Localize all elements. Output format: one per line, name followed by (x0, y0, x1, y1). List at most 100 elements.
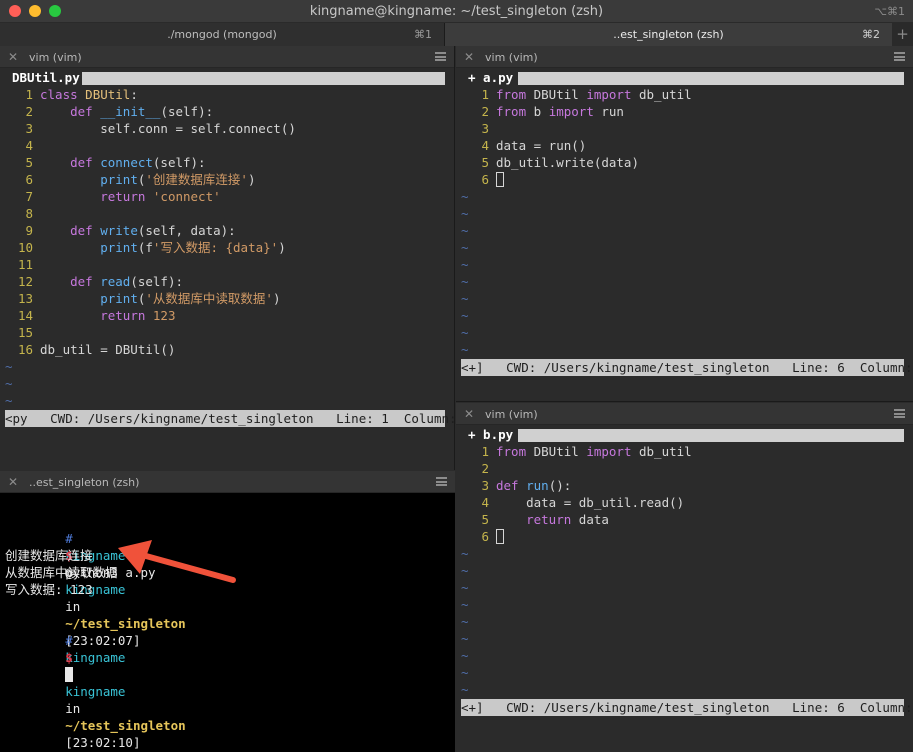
output-line: 创建数据库连接 (5, 548, 93, 563)
empty-line-tilde: ~ (461, 274, 469, 289)
pane-title: vim (vim) (485, 51, 538, 64)
code-line[interactable]: 11 (0, 256, 454, 273)
code-line[interactable]: 5 def connect(self): (0, 154, 454, 171)
empty-line-tilde: ~ (461, 563, 469, 578)
empty-line-tilde: ~ (461, 325, 469, 340)
vim-buffer[interactable]: + a.py 1 from DBUtil import db_util 2 from b… (456, 68, 913, 401)
code-line[interactable]: 5 db_util.write(data) (456, 154, 913, 171)
hamburger-menu-icon[interactable] (436, 477, 447, 486)
pane-bpy-vim[interactable]: ✕ vim (vim) + b.py 1 from DBUtil import db… (456, 403, 913, 752)
code-line[interactable]: 1 from DBUtil import db_util (456, 86, 913, 103)
code-line[interactable]: 4 data = db_util.read() (456, 494, 913, 511)
code-line[interactable]: 12 def read(self): (0, 273, 454, 290)
line-number: 4 (25, 138, 33, 153)
code-text (496, 171, 504, 188)
empty-line-tilde: ~ (461, 597, 469, 612)
code-text: from b import run (496, 104, 624, 119)
vim-tabline-fill (518, 72, 904, 85)
line-number: 8 (25, 206, 33, 221)
code-line[interactable]: 1 from DBUtil import db_util (456, 443, 913, 460)
pane-title: vim (vim) (485, 408, 538, 421)
pane-header: ✕ vim (vim) (456, 403, 913, 425)
code-line[interactable]: 4 (0, 137, 454, 154)
vim-tabline-fill (82, 72, 445, 85)
code-text: print(f'写入数据: {data}') (100, 240, 286, 255)
empty-line-tilde: ~ (461, 580, 469, 595)
vim-cursor (496, 172, 504, 187)
vim-buffer[interactable]: DBUtil.py 1 class DBUtil: 2 def __init__(se… (0, 68, 454, 470)
code-line[interactable]: 3 (456, 120, 913, 137)
code-line[interactable]: 9 def write(self, data): (0, 222, 454, 239)
code-line[interactable]: 3 self.conn = self.connect() (0, 120, 454, 137)
close-icon[interactable]: ✕ (464, 407, 474, 421)
tab-bar: ./mongod (mongod) ⌘1 ..est_singleton (zs… (0, 23, 913, 46)
code-line[interactable]: 14 return 123 (0, 307, 454, 324)
code-text: class DBUtil: (40, 87, 138, 102)
hamburger-menu-icon[interactable] (435, 52, 446, 61)
pane-header: ✕ vim (vim) (0, 46, 454, 68)
code-line[interactable]: 13 print('从数据库中读取数据') (0, 290, 454, 307)
code-line[interactable]: 15 (0, 324, 454, 341)
vim-statusline: <+] CWD: /Users/kingname/test_singleton … (461, 359, 913, 376)
tab-mongod[interactable]: ./mongod (mongod) ⌘1 (0, 23, 445, 46)
empty-line-tilde: ~ (461, 223, 469, 238)
vim-statusline: <py CWD: /Users/kingname/test_singleton … (5, 410, 455, 427)
hamburger-menu-icon[interactable] (894, 409, 905, 418)
code-line[interactable]: 2 (456, 460, 913, 477)
line-number: 6 (481, 172, 489, 187)
prompt-in: in (65, 599, 81, 614)
vim-buffer[interactable]: + b.py 1 from DBUtil import db_util 2 3 def r… (456, 425, 913, 752)
code-line[interactable]: 7 return 'connect' (0, 188, 454, 205)
vim-filename[interactable]: DBUtil.py (12, 69, 80, 86)
title-bar: kingname@kingname: ~/test_singleton (zsh… (0, 0, 913, 23)
code-line[interactable]: 5 return data (456, 511, 913, 528)
code-text: def connect(self): (70, 155, 206, 170)
vim-tabline: + a.py (456, 69, 913, 86)
terminal-output[interactable]: # kingname @ kingname in ~/test_singleto… (0, 493, 455, 752)
prompt-dollar: $ (65, 650, 73, 665)
code-line[interactable]: 2 from b import run (456, 103, 913, 120)
line-number: 2 (481, 104, 489, 119)
close-icon[interactable]: ✕ (8, 475, 18, 489)
hamburger-menu-icon[interactable] (894, 52, 905, 61)
vim-tabline: DBUtil.py (0, 69, 454, 86)
code-line[interactable]: 4 data = run() (456, 137, 913, 154)
pane-zsh-terminal[interactable]: ✕ ..est_singleton (zsh) # kingname @ kin… (0, 471, 455, 752)
empty-line-tilde: ~ (461, 682, 469, 697)
code-text: db_util = DBUtil() (40, 342, 176, 357)
vim-filename[interactable]: + a.py (468, 69, 514, 86)
code-line[interactable]: 8 (0, 205, 454, 222)
tab-label: ..est_singleton (zsh) (613, 28, 724, 41)
code-line[interactable]: 16 db_util = DBUtil() (0, 341, 454, 358)
code-line[interactable]: 10 print(f'写入数据: {data}') (0, 239, 454, 256)
code-text: db_util.write(data) (496, 155, 639, 170)
input-line[interactable]: $ (5, 632, 74, 700)
vim-statusline: <+] CWD: /Users/kingname/test_singleton … (461, 699, 913, 716)
empty-line-tilde: ~ (461, 257, 469, 272)
code-line[interactable]: 3 def run(): (456, 477, 913, 494)
code-text: def write(self, data): (70, 223, 236, 238)
terminal-cursor (65, 667, 74, 682)
code-line[interactable]: 6 (456, 171, 913, 188)
code-line[interactable]: 6 print('创建数据库连接') (0, 171, 454, 188)
pane-apy-vim[interactable]: ✕ vim (vim) + a.py 1 from DBUtil import db… (456, 46, 913, 402)
line-number: 7 (25, 189, 33, 204)
line-number: 13 (17, 291, 33, 306)
code-text: def read(self): (70, 274, 184, 289)
output-line: 写入数据: 123 (5, 582, 93, 597)
line-number: 2 (25, 104, 33, 119)
pane-dbutil-vim[interactable]: ✕ vim (vim) DBUtil.py 1 class DBUtil: 2 def… (0, 46, 455, 470)
code-text: print('创建数据库连接') (100, 172, 256, 187)
close-icon[interactable]: ✕ (8, 50, 18, 64)
prompt-path: ~/test_singleton (65, 718, 186, 733)
vim-cursor (496, 529, 504, 544)
code-line[interactable]: 1 class DBUtil: (0, 86, 454, 103)
vim-filename[interactable]: + b.py (468, 426, 514, 443)
empty-line-tilde: ~ (5, 393, 13, 408)
tab-shortcut: ⌘2 (862, 28, 880, 41)
close-icon[interactable]: ✕ (464, 50, 474, 64)
tab-zsh[interactable]: ..est_singleton (zsh) ⌘2 (445, 23, 892, 46)
new-tab-button[interactable]: + (892, 23, 913, 46)
code-line[interactable]: 6 (456, 528, 913, 545)
code-line[interactable]: 2 def __init__(self): (0, 103, 454, 120)
